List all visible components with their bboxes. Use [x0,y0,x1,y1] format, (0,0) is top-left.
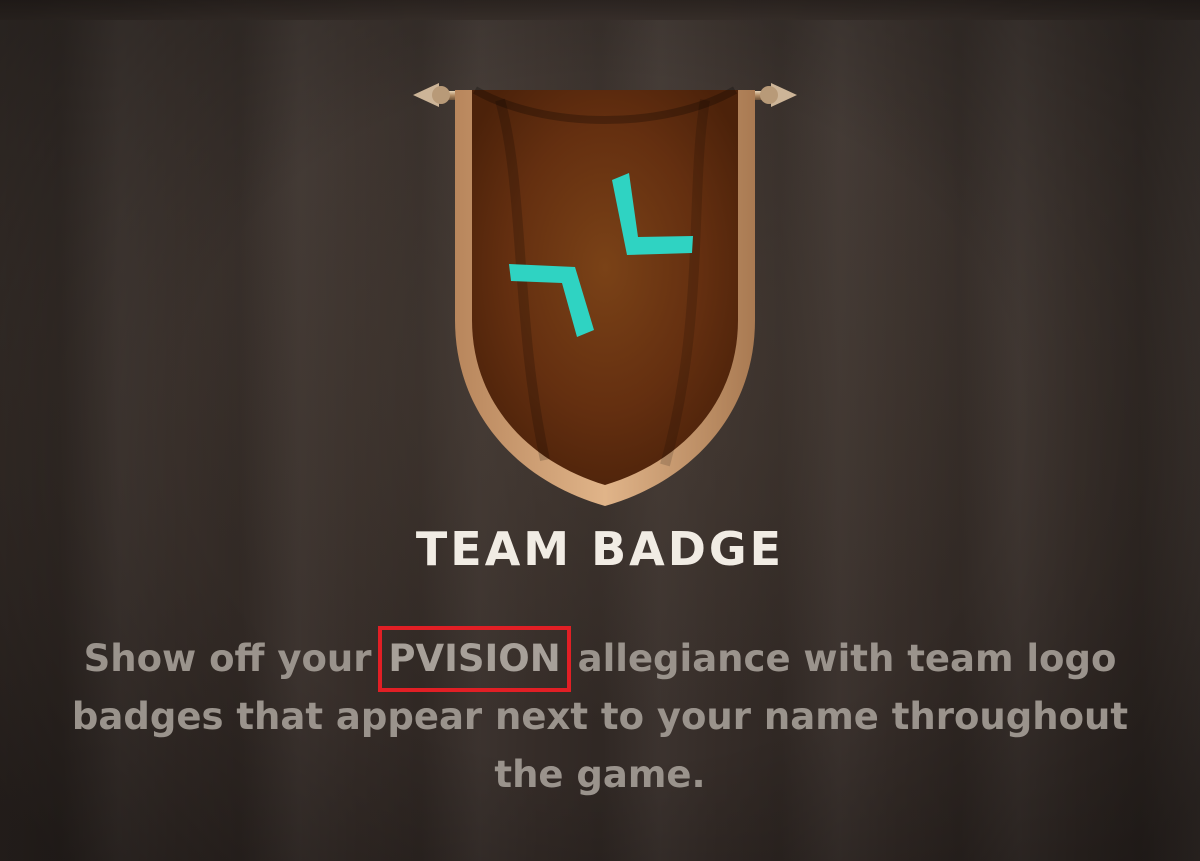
highlight-box [378,626,571,692]
reward-title: TEAM BADGE [415,522,785,576]
team-name-highlight: PVISION [378,626,571,692]
top-edge [0,0,1200,20]
reward-description: Show off your PVISION allegiance with te… [60,626,1140,804]
team-banner [413,83,797,506]
description-before: Show off your [83,637,372,680]
